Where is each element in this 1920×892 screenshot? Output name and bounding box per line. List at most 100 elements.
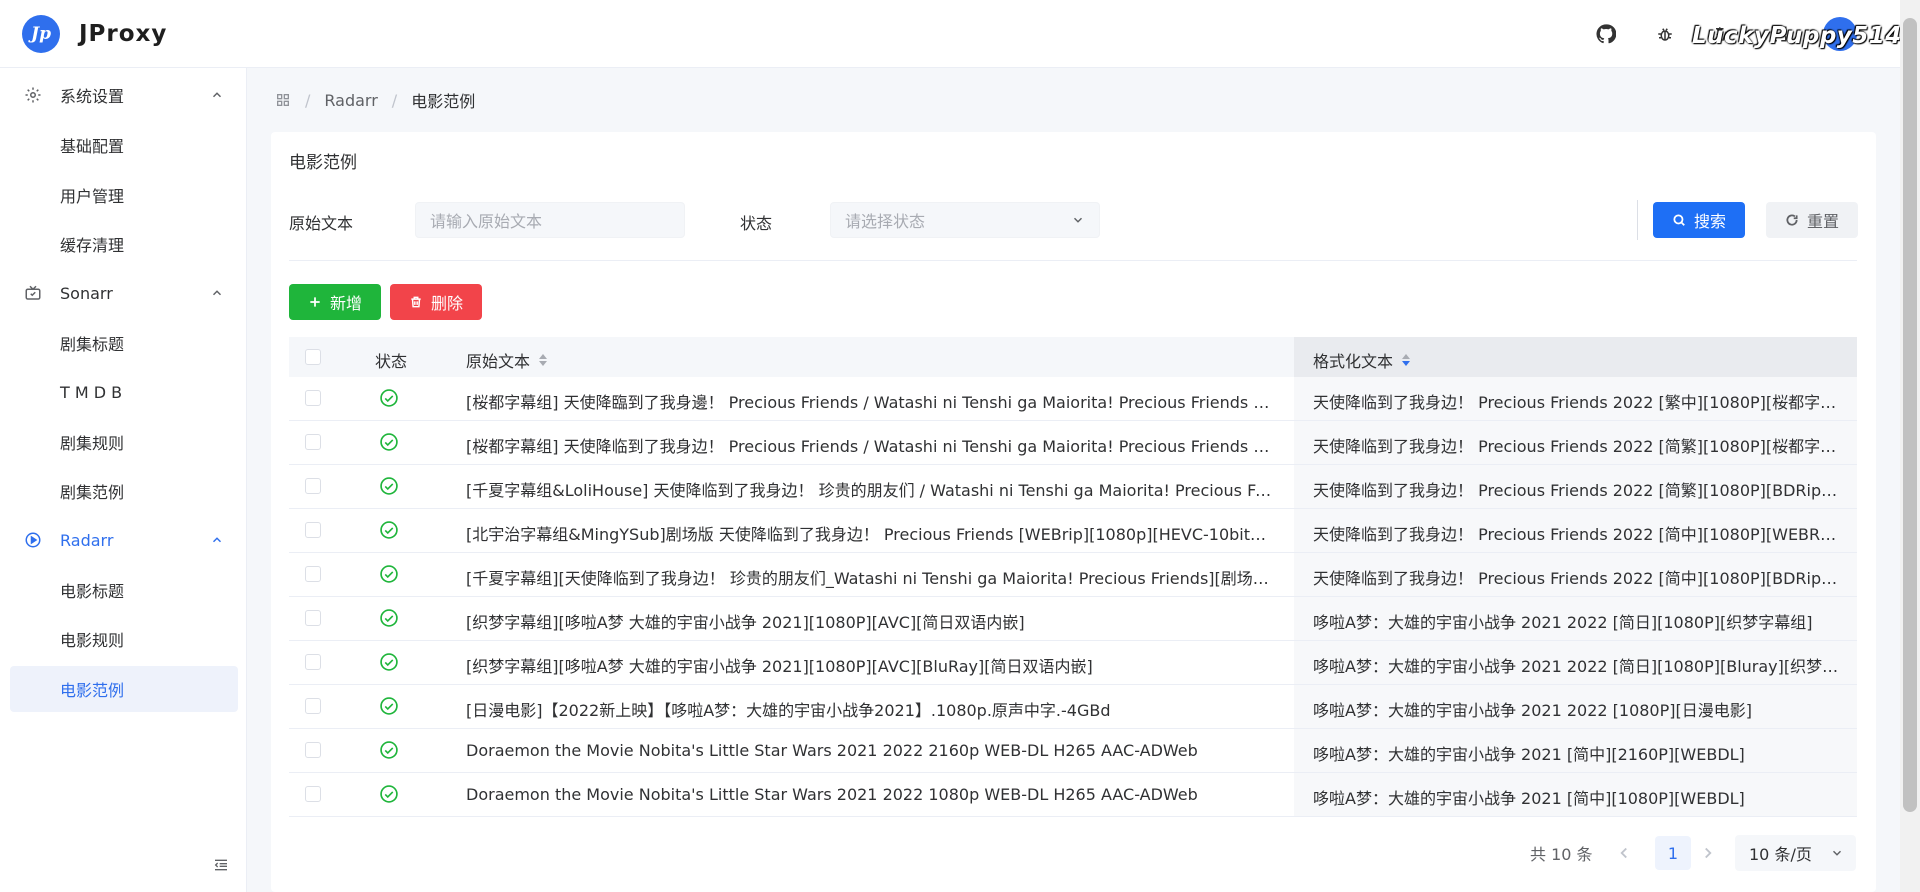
reset-button-label: 重置	[1806, 212, 1839, 231]
table-row[interactable]: [千夏字幕组][天使降临到了我身边！ 珍贵的朋友们_Watashi ni Ten…	[289, 553, 1857, 597]
row-checkbox[interactable]	[305, 566, 321, 582]
chevron-up-icon	[212, 537, 222, 543]
status-placeholder: 请选择状态	[845, 212, 926, 231]
row-checkbox[interactable]	[305, 654, 321, 670]
sidebar-item-cache-clear[interactable]: 缓存清理	[10, 221, 238, 267]
page-number-current[interactable]: 1	[1655, 836, 1691, 870]
reset-button[interactable]: 重置	[1766, 202, 1858, 238]
grid-icon[interactable]	[275, 92, 291, 108]
scrollbar-thumb[interactable]	[1903, 18, 1917, 812]
sidebar-item-label: 剧集范例	[60, 483, 125, 502]
row-checkbox[interactable]	[305, 434, 321, 450]
sidebar-item-tmdb[interactable]: T M D B	[10, 369, 238, 415]
play-circle-icon	[24, 531, 42, 549]
sort-icon[interactable]	[538, 352, 548, 368]
menu-group-label: 系统设置	[60, 87, 125, 106]
page-size-label: 10 条/页	[1749, 845, 1812, 864]
github-icon[interactable]	[1593, 21, 1619, 47]
raw-text-cell: [桜都字幕组] 天使降臨到了我身邊！ Precious Friends / Wa…	[466, 393, 1272, 412]
row-checkbox[interactable]	[305, 786, 321, 802]
menu-group-radarr[interactable]: Radarr	[0, 515, 247, 565]
table-row[interactable]: [桜都字幕组] 天使降臨到了我身邊！ Precious Friends / Wa…	[289, 377, 1857, 421]
sidebar-item-basic-config[interactable]: 基础配置	[10, 122, 238, 168]
menu-group-system-settings[interactable]: 系统设置	[0, 70, 247, 120]
check-circle-icon	[380, 521, 398, 539]
sidebar: 系统设置 基础配置 用户管理 缓存清理 Sonarr 剧集标题 T M D B …	[0, 68, 247, 892]
status-select[interactable]: 请选择状态	[830, 202, 1100, 238]
app-logo[interactable]: Jp	[22, 15, 60, 53]
menu-group-sonarr[interactable]: Sonarr	[0, 268, 247, 318]
add-button-label: 新增	[329, 294, 362, 313]
select-all-checkbox[interactable]	[305, 349, 321, 365]
raw-text-cell: [千夏字幕组&LoliHouse] 天使降临到了我身边！ 珍贵的朋友们 / Wa…	[466, 481, 1272, 500]
breadcrumb-current: 电影范例	[411, 92, 476, 111]
raw-text-cell: [织梦字幕组][哆啦A梦 大雄的宇宙小战争 2021][1080P][AVC][…	[466, 613, 1025, 632]
row-checkbox[interactable]	[305, 478, 321, 494]
add-button[interactable]: 新增	[289, 284, 381, 320]
check-circle-icon	[380, 433, 398, 451]
sidebar-item-movie-examples[interactable]: 电影范例	[10, 666, 238, 712]
raw-text-input[interactable]: 请输入原始文本	[415, 202, 685, 238]
pagination-total: 共 10 条	[1530, 845, 1593, 864]
app-name: JProxy	[79, 21, 168, 47]
table-row[interactable]: [织梦字幕组][哆啦A梦 大雄的宇宙小战争 2021][1080P][AVC][…	[289, 597, 1857, 641]
sidebar-item-movie-title[interactable]: 电影标题	[10, 567, 238, 613]
sidebar-item-user-management[interactable]: 用户管理	[10, 172, 238, 218]
check-circle-icon	[380, 609, 398, 627]
formatted-text-cell: 哆啦A梦：大雄的宇宙小战争 2021 2022 [简日][1080P][织梦字幕…	[1313, 613, 1813, 632]
raw-text-cell: [千夏字幕组][天使降临到了我身边！ 珍贵的朋友们_Watashi ni Ten…	[466, 569, 1272, 588]
sidebar-item-label: 电影标题	[60, 582, 125, 601]
sidebar-item-series-examples[interactable]: 剧集范例	[10, 468, 238, 514]
divider	[289, 260, 1857, 261]
collapse-sidebar-button[interactable]	[210, 854, 232, 876]
breadcrumb-section[interactable]: Radarr	[324, 91, 377, 110]
check-circle-icon	[380, 565, 398, 583]
check-circle-icon	[380, 653, 398, 671]
delete-button[interactable]: 删除	[390, 284, 482, 320]
next-page-icon[interactable]	[1699, 844, 1717, 862]
formatted-text-cell: 天使降临到了我身边！ Precious Friends 2022 [简繁][10…	[1313, 437, 1839, 456]
table-row[interactable]: Doraemon the Movie Nobita's Little Star …	[289, 773, 1857, 817]
sidebar-item-label: 剧集规则	[60, 434, 125, 453]
raw-text-cell: Doraemon the Movie Nobita's Little Star …	[466, 741, 1198, 760]
sidebar-item-series-title[interactable]: 剧集标题	[10, 320, 238, 366]
table-row[interactable]: [桜都字幕组] 天使降临到了我身边！ Precious Friends / Wa…	[289, 421, 1857, 465]
row-checkbox[interactable]	[305, 742, 321, 758]
table-row[interactable]: [织梦字幕组][哆啦A梦 大雄的宇宙小战争 2021][1080P][AVC][…	[289, 641, 1857, 685]
formatted-text-cell: 哆啦A梦：大雄的宇宙小战争 2021 [简中][1080P][WEBDL]	[1313, 789, 1745, 808]
column-formatted-text[interactable]: 格式化文本	[1313, 348, 1411, 372]
row-checkbox[interactable]	[305, 610, 321, 626]
sidebar-item-series-rules[interactable]: 剧集规则	[10, 419, 238, 465]
check-circle-icon	[380, 477, 398, 495]
formatted-text-cell: 天使降临到了我身边！ Precious Friends 2022 [简中][10…	[1313, 569, 1839, 588]
breadcrumb: / Radarr / 电影范例	[275, 88, 475, 112]
sidebar-item-label: 用户管理	[60, 187, 125, 206]
check-circle-icon	[380, 741, 398, 759]
table-row[interactable]: [千夏字幕组&LoliHouse] 天使降临到了我身边！ 珍贵的朋友们 / Wa…	[289, 465, 1857, 509]
bug-icon[interactable]	[1652, 21, 1678, 47]
row-checkbox[interactable]	[305, 698, 321, 714]
table-row[interactable]: Doraemon the Movie Nobita's Little Star …	[289, 729, 1857, 773]
chevron-up-icon	[212, 290, 222, 296]
search-icon	[1673, 214, 1685, 226]
table-row[interactable]: [北宇治字幕组&MingYSub]剧场版 天使降临到了我身边！ Precious…	[289, 509, 1857, 553]
row-checkbox[interactable]	[305, 522, 321, 538]
search-button[interactable]: 搜索	[1653, 202, 1745, 238]
formatted-text-cell: 天使降临到了我身边！ Precious Friends 2022 [简繁][10…	[1313, 481, 1839, 500]
table-header: 状态 原始文本 格式化文本	[289, 337, 1857, 377]
formatted-text-cell: 天使降临到了我身边！ Precious Friends 2022 [繁中][10…	[1313, 393, 1839, 412]
username[interactable]: LuckyPuppy514	[1692, 23, 1902, 49]
raw-text-cell: [桜都字幕组] 天使降临到了我身边！ Precious Friends / Wa…	[466, 437, 1272, 456]
page-size-select[interactable]: 10 条/页	[1735, 835, 1856, 871]
raw-text-cell: Doraemon the Movie Nobita's Little Star …	[466, 785, 1198, 804]
table-row[interactable]: [日漫电影]【2022新上映】【哆啦A梦：大雄的宇宙小战争2021】.1080p…	[289, 685, 1857, 729]
sidebar-item-movie-rules[interactable]: 电影规则	[10, 616, 238, 662]
delete-button-label: 删除	[430, 294, 463, 313]
row-checkbox[interactable]	[305, 390, 321, 406]
column-raw-text[interactable]: 原始文本	[466, 348, 548, 372]
sort-desc-icon[interactable]	[1401, 352, 1411, 368]
sidebar-item-label: 基础配置	[60, 137, 125, 156]
prev-page-icon[interactable]	[1615, 844, 1633, 862]
filter-divider	[1637, 200, 1638, 240]
formatted-text-cell: 天使降临到了我身边！ Precious Friends 2022 [简中][10…	[1313, 525, 1839, 544]
